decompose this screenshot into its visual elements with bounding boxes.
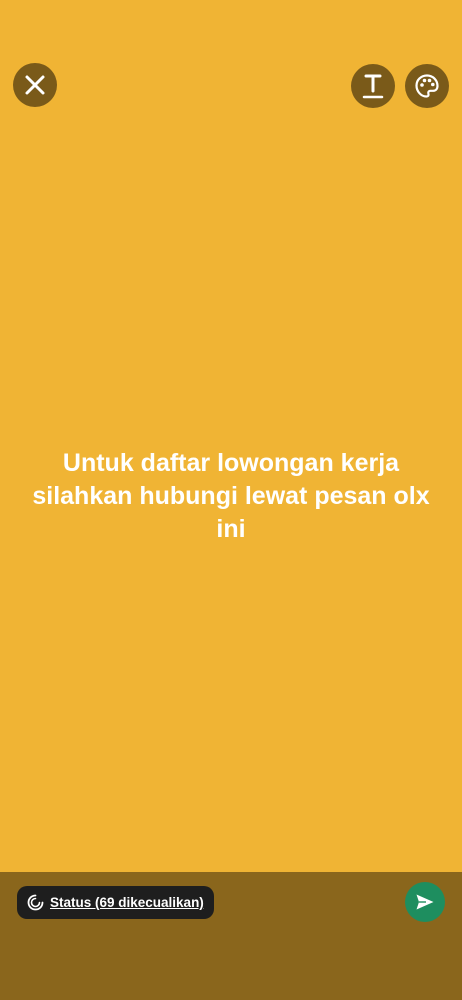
privacy-settings-button[interactable]: Status (69 dikecualikan) [17,886,214,919]
privacy-label: Status (69 dikecualikan) [50,895,204,910]
text-tool-icon [361,73,385,99]
status-ring-icon [27,894,44,911]
close-button[interactable] [13,63,57,107]
send-button[interactable] [405,882,445,922]
text-tool-button[interactable] [351,64,395,108]
status-canvas [0,0,462,872]
send-icon [415,893,435,911]
palette-button[interactable] [405,64,449,108]
close-icon [24,74,46,96]
palette-icon [414,73,440,99]
status-text[interactable]: Untuk daftar lowongan kerja silahkan hub… [30,447,432,546]
